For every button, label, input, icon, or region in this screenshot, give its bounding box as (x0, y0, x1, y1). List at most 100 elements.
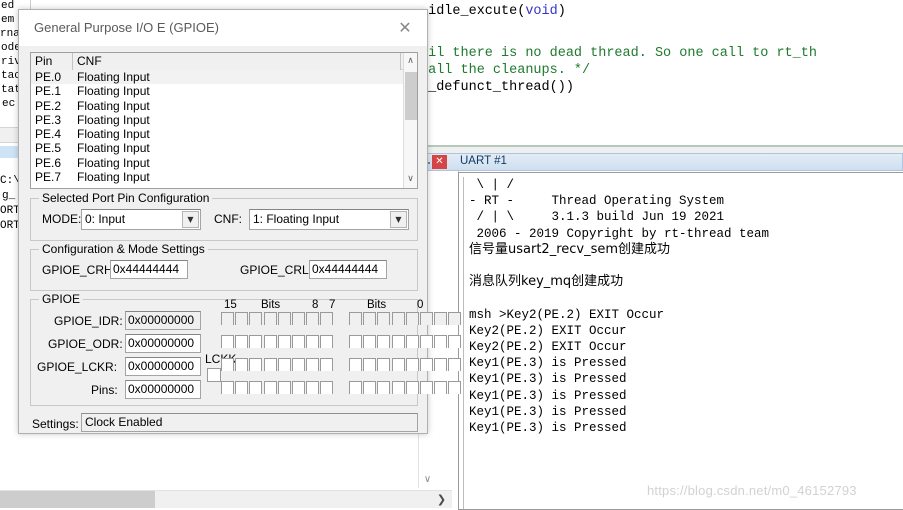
pins-bits-group-1[interactable] (349, 381, 463, 394)
bit-checkbox[interactable] (391, 381, 405, 394)
odr-bits-group-1[interactable] (349, 335, 463, 348)
bit-checkbox[interactable] (363, 358, 377, 371)
table-row[interactable]: PE.7 Floating Input (31, 170, 403, 184)
scroll-up-icon[interactable]: ∧ (404, 53, 417, 70)
dialog-titlebar[interactable]: General Purpose I/O E (GPIOE) ✕ (19, 10, 427, 46)
tree-item-10[interactable]: ORT (0, 205, 20, 217)
bit-checkbox[interactable] (306, 381, 320, 394)
table-row[interactable]: PE.1 Floating Input (31, 84, 403, 98)
pin-list[interactable]: Pin CNF PE.0 Floating Input PE.1 Floating I… (30, 52, 418, 189)
bit-checkbox[interactable] (263, 358, 277, 371)
scroll-down-icon[interactable]: ∨ (404, 171, 417, 188)
odr-bits-group-0[interactable] (221, 335, 335, 348)
pin-list-rows[interactable]: PE.0 Floating Input PE.1 Floating Input PE.2… (31, 70, 403, 188)
bit-checkbox[interactable] (434, 381, 448, 394)
tree-item-8[interactable]: C:\ (0, 175, 20, 187)
pin-list-scroll-thumb[interactable] (405, 72, 417, 120)
bit-checkbox[interactable] (363, 335, 377, 348)
gpioe-crh-input[interactable]: 0x44444444 (110, 260, 188, 279)
tree-item-9[interactable]: g_ (2, 190, 15, 202)
pins-input[interactable]: 0x00000000 (125, 380, 201, 399)
bit-checkbox[interactable] (277, 381, 291, 394)
bit-checkbox[interactable] (291, 335, 305, 348)
scroll-down-icon[interactable]: ∨ (419, 471, 436, 488)
bit-checkbox[interactable] (221, 358, 234, 371)
bit-checkbox[interactable] (448, 381, 462, 394)
bit-checkbox[interactable] (405, 335, 419, 348)
tree-item-7[interactable]: ec (2, 98, 15, 110)
bit-checkbox[interactable] (291, 358, 305, 371)
column-header-pin[interactable]: Pin (31, 53, 73, 70)
bit-checkbox[interactable] (235, 335, 249, 348)
mode-select[interactable]: 0: Input ▼ (81, 209, 201, 230)
app-root: _idle_excute(void) til there is no dead … (0, 0, 903, 510)
lckr-bits-group-1[interactable] (349, 358, 463, 371)
chevron-down-icon[interactable]: ▼ (182, 211, 199, 228)
bit-checkbox[interactable] (377, 358, 391, 371)
table-row[interactable]: PE.0 Floating Input (31, 70, 403, 85)
tree-item-11[interactable]: ORT (0, 220, 20, 232)
cnf-select[interactable]: 1: Floating Input ▼ (249, 209, 409, 230)
dock-close-button[interactable]: ✕ (432, 155, 447, 169)
bit-checkbox[interactable] (277, 358, 291, 371)
table-row[interactable]: PE.6 Floating Input (31, 156, 403, 170)
bit-checkbox[interactable] (320, 381, 334, 394)
bit-checkbox[interactable] (349, 335, 362, 348)
bit-checkbox[interactable] (277, 335, 291, 348)
lckk-checkbox[interactable] (207, 368, 221, 382)
bit-checkbox[interactable] (419, 335, 433, 348)
tree-item-1[interactable]: em (1, 14, 14, 26)
bit-checkbox[interactable] (235, 358, 249, 371)
bit-checkbox[interactable] (263, 335, 277, 348)
close-icon[interactable]: ✕ (391, 16, 419, 40)
bit-checkbox[interactable] (349, 381, 362, 394)
bit-checkbox[interactable] (419, 381, 433, 394)
bit-checkbox[interactable] (391, 335, 405, 348)
scroll-right-icon[interactable]: ❯ (433, 491, 450, 508)
gpioe-odr-input[interactable]: 0x00000000 (125, 334, 201, 353)
chevron-down-icon[interactable]: ▼ (390, 211, 407, 228)
table-row[interactable]: PE.4 Floating Input (31, 127, 403, 141)
hscroll-thumb[interactable] (0, 491, 155, 508)
bit-checkbox[interactable] (263, 381, 277, 394)
bit-checkbox[interactable] (377, 381, 391, 394)
tree-item-0[interactable]: ed (1, 0, 14, 12)
gpioe-lckr-input[interactable]: 0x00000000 (125, 357, 201, 376)
table-row[interactable]: PE.3 Floating Input (31, 113, 403, 127)
gpioe-dialog[interactable]: General Purpose I/O E (GPIOE) ✕ Pin CNF … (18, 9, 462, 434)
table-row[interactable]: PE.5 Floating Input (31, 141, 403, 155)
bit-checkbox[interactable] (306, 358, 320, 371)
bit-checkbox[interactable] (306, 335, 320, 348)
bit-checkbox[interactable] (249, 381, 263, 394)
bit-checkbox[interactable] (320, 335, 334, 348)
bit-checkbox[interactable] (419, 358, 433, 371)
bit-checkbox[interactable] (249, 335, 263, 348)
column-header-cnf[interactable]: CNF (73, 53, 401, 70)
bit-checkbox[interactable] (291, 381, 305, 394)
bit-checkbox[interactable] (434, 358, 448, 371)
bit-checkbox[interactable] (363, 381, 377, 394)
tab-uart-1[interactable]: UART #1 (460, 155, 507, 167)
pins-bits-group-0[interactable] (221, 381, 335, 394)
gpioe-crl-label: GPIOE_CRL: (240, 263, 313, 277)
bit-checkbox[interactable] (405, 381, 419, 394)
lckr-bits-group-0[interactable] (221, 358, 335, 371)
bit-checkbox[interactable] (235, 381, 249, 394)
bit-checkbox[interactable] (391, 358, 405, 371)
table-row[interactable]: PE.2 Floating Input (31, 99, 403, 113)
uart-line: / | \ 3.1.3 build Jun 19 2021 (469, 210, 725, 225)
bit-checkbox[interactable] (405, 358, 419, 371)
bit-checkbox[interactable] (434, 335, 448, 348)
bit-checkbox[interactable] (249, 358, 263, 371)
pin-list-scrollbar[interactable]: ∧ ∨ (403, 53, 417, 188)
bit-checkbox[interactable] (320, 358, 334, 371)
bit-checkbox[interactable] (221, 335, 234, 348)
left-horizontal-scrollbar[interactable]: ❯ (0, 490, 452, 508)
bit-checkbox[interactable] (448, 358, 462, 371)
uart-terminal-panel[interactable]: \ | / - RT - Thread Operating System / | … (458, 172, 903, 510)
bit-checkbox[interactable] (377, 335, 391, 348)
bit-checkbox[interactable] (221, 381, 234, 394)
bit-checkbox[interactable] (349, 358, 362, 371)
gpioe-crl-input[interactable]: 0x44444444 (309, 260, 387, 279)
bit-checkbox[interactable] (448, 335, 462, 348)
